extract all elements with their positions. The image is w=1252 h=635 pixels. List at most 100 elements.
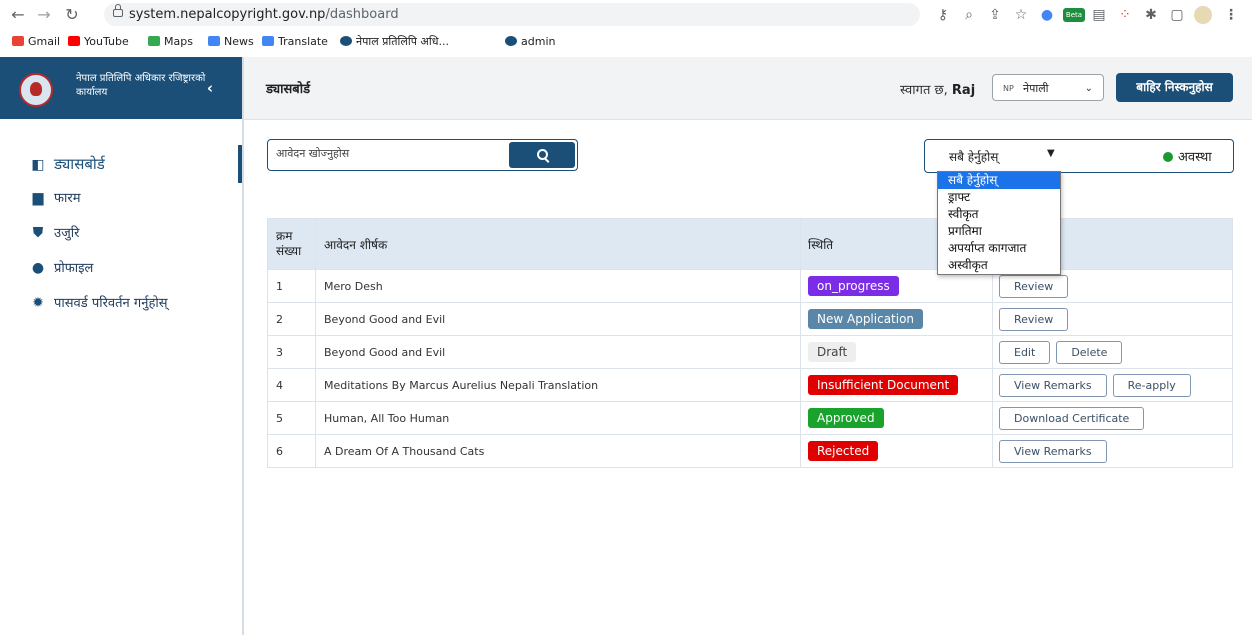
column-header-title: आवेदन शीर्षक: [315, 218, 801, 270]
dropdown-option-all[interactable]: सबै हेर्नुहोस्: [938, 172, 1060, 189]
forward-arrow-icon[interactable]: →: [34, 5, 54, 25]
table-row: 2 Beyond Good and Evil New Application R…: [267, 302, 1233, 336]
nepal-emblem-icon: [505, 36, 517, 46]
dashboard-icon: ◧: [31, 157, 45, 173]
table-row: 4 Meditations By Marcus Aurelius Nepali …: [267, 368, 1233, 402]
status-filter-select[interactable]: सबै हेर्नुहोस्: [949, 148, 998, 165]
sidebar: नेपाल प्रतिलिपि अधिकार रजिष्ट्रारको कार्…: [0, 57, 244, 635]
translate-icon: [262, 36, 274, 46]
status-filter: सबै हेर्नुहोस् ▼ अवस्था: [924, 139, 1234, 173]
logout-button[interactable]: बाहिर निस्कनुहोस: [1116, 73, 1233, 102]
sidebar-item-profile[interactable]: ● प्रोफाइल: [0, 251, 242, 286]
bookmark-nepal-copyright[interactable]: नेपाल प्रतिलिपि अधि...: [340, 35, 449, 49]
table-row: 6 A Dream Of A Thousand Cats Rejected Vi…: [267, 434, 1233, 468]
address-bar[interactable]: system.nepalcopyright.gov.np/dashboard: [104, 3, 920, 26]
sidebar-item-label: उजुरि: [54, 226, 80, 241]
chevron-down-icon: ⌄: [1084, 83, 1093, 94]
user-name: Raj: [951, 83, 976, 98]
dropdown-option-rejected[interactable]: अस्वीकृत: [938, 257, 1060, 274]
news-icon: [208, 36, 220, 46]
gear-icon: ✹: [32, 295, 44, 311]
sidebar-menu: ◧ ड्यासबोर्ड ▆ फारम ⛊ उजुरि ● प्रोफाइल ✹ पासव…: [0, 145, 242, 321]
sidebar-item-label: प्रोफाइल: [54, 261, 94, 276]
office-name: नेपाल प्रतिलिपि अधिकार रजिष्ट्रारको कार्…: [76, 73, 206, 98]
star-icon[interactable]: ☆: [1012, 6, 1030, 24]
sidebar-item-change-password[interactable]: ✹ पासवर्ड परिवर्तन गर्नुहोस्: [0, 286, 242, 321]
search-input[interactable]: आवेदन खोज्नुहोस: [276, 146, 349, 161]
nepal-emblem-logo: [19, 73, 53, 107]
row-number: 3: [267, 335, 316, 369]
sidebar-item-label: पासवर्ड परिवर्तन गर्नुहोस्: [54, 296, 168, 311]
lock-icon[interactable]: [113, 4, 123, 17]
row-number: 1: [267, 269, 316, 303]
view-remarks-button[interactable]: View Remarks: [999, 373, 1107, 397]
page-title: ड्यासबोर्ड: [266, 82, 311, 97]
review-button[interactable]: Review: [999, 274, 1069, 298]
bookmark-gmail[interactable]: Gmail: [12, 35, 60, 49]
row-title: Beyond Good and Evil: [315, 302, 801, 336]
sidebar-item-label: फारम: [54, 191, 81, 206]
bookmark-news[interactable]: News: [208, 35, 254, 49]
status-badge: on_progress: [808, 276, 899, 296]
welcome-text: स्वागत छ, Raj: [900, 83, 976, 98]
user-icon: ●: [31, 260, 45, 276]
shield-icon: ⛊: [32, 225, 44, 241]
reapply-button[interactable]: Re-apply: [1112, 373, 1191, 397]
download-certificate-button[interactable]: Download Certificate: [999, 406, 1145, 430]
clipboard-icon[interactable]: ▤: [1090, 6, 1108, 24]
delete-button[interactable]: Delete: [1056, 340, 1123, 364]
browser-toolbar: ← → ↻ system.nepalcopyright.gov.np/dashb…: [0, 0, 1252, 30]
row-title: Beyond Good and Evil: [315, 335, 801, 369]
dropdown-option-draft[interactable]: ड्राफ्ट: [938, 189, 1060, 206]
key-icon[interactable]: ⚷: [934, 6, 952, 24]
language-label: नेपाली: [1023, 82, 1049, 95]
extension-bar: ⚷ ⌕ ⇪ ☆ ● Beta ▤ ⁘ ✱ ▢ ⋮: [922, 4, 1252, 26]
dropdown-option-in-progress[interactable]: प्रगतिमा: [938, 223, 1060, 240]
bookmark-admin[interactable]: admin: [505, 35, 555, 49]
color-dots-icon[interactable]: ⁘: [1116, 6, 1134, 24]
share-icon[interactable]: ⇪: [986, 6, 1004, 24]
url-text: system.nepalcopyright.gov.np/dashboard: [129, 7, 399, 22]
row-title: A Dream Of A Thousand Cats: [315, 434, 801, 468]
beta-extension-icon[interactable]: Beta: [1063, 8, 1085, 22]
review-button[interactable]: Review: [999, 307, 1069, 331]
bookmarks-bar: Gmail YouTube Maps News Translate नेपाल …: [0, 31, 1252, 53]
bookmark-youtube[interactable]: YouTube: [68, 35, 129, 49]
back-arrow-icon[interactable]: ←: [8, 5, 28, 25]
bookmark-translate[interactable]: Translate: [262, 35, 328, 49]
edit-button[interactable]: Edit: [999, 340, 1051, 364]
gmail-icon: [12, 36, 24, 46]
sidebar-item-dashboard[interactable]: ◧ ड्यासबोर्ड: [0, 145, 242, 183]
sidebar-header: नेपाल प्रतिलिपि अधिकार रजिष्ट्रारको कार्…: [0, 57, 242, 119]
bookmark-maps[interactable]: Maps: [148, 35, 193, 49]
reload-icon[interactable]: ↻: [62, 5, 82, 25]
table-header-row: क्रम संख्या आवेदन शीर्षक स्थिति: [267, 218, 1233, 270]
menu-kebab-icon[interactable]: ⋮: [1222, 6, 1240, 24]
top-header: ड्यासबोर्ड स्वागत छ, Raj NP नेपाली ⌄ बाह…: [244, 57, 1252, 120]
row-title: Mero Desh: [315, 269, 801, 303]
dropdown-option-approved[interactable]: स्वीकृत: [938, 206, 1060, 223]
sidebar-item-complaint[interactable]: ⛊ उजुरि: [0, 216, 242, 251]
dropdown-option-insufficient[interactable]: अपर्याप्त कागजात: [938, 240, 1060, 257]
status-label: अवस्था: [1178, 150, 1212, 165]
row-title: Human, All Too Human: [315, 401, 801, 435]
row-number: 5: [267, 401, 316, 435]
row-title: Meditations By Marcus Aurelius Nepali Tr…: [315, 368, 801, 402]
sidebar-item-form[interactable]: ▆ फारम: [0, 181, 242, 216]
status-dot-icon: [1163, 152, 1173, 162]
extension-g-icon[interactable]: ●: [1038, 6, 1056, 24]
row-number: 2: [267, 302, 316, 336]
search-button[interactable]: [509, 142, 575, 168]
view-remarks-button[interactable]: View Remarks: [999, 439, 1107, 463]
window-icon[interactable]: ▢: [1168, 6, 1186, 24]
status-badge: New Application: [808, 309, 924, 329]
language-select[interactable]: NP नेपाली ⌄: [992, 74, 1104, 101]
status-badge: Approved: [808, 408, 884, 428]
profile-avatar-icon[interactable]: [1194, 6, 1212, 24]
chevron-left-icon[interactable]: ‹: [203, 78, 217, 98]
puzzle-icon[interactable]: ✱: [1142, 6, 1160, 24]
youtube-icon: [68, 36, 80, 46]
status-filter-dropdown: सबै हेर्नुहोस् ड्राफ्ट स्वीकृत प्रगतिमा …: [937, 171, 1061, 275]
row-number: 6: [267, 434, 316, 468]
zoom-icon[interactable]: ⌕: [960, 6, 978, 24]
